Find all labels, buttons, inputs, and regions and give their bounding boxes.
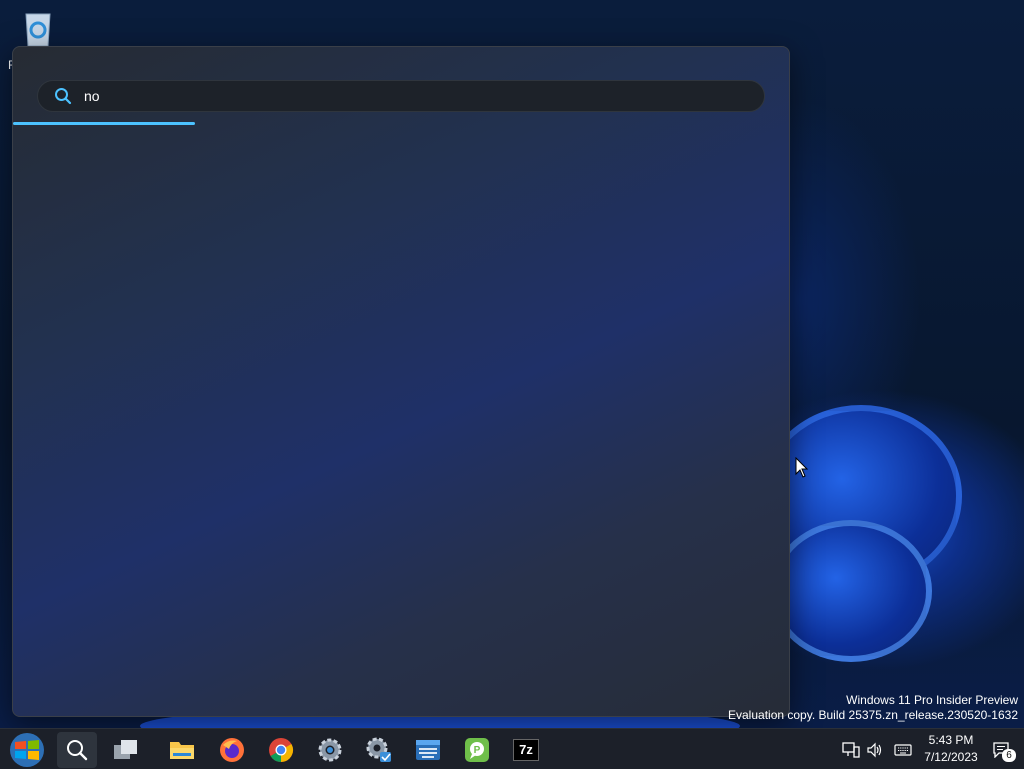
search-flyout <box>12 46 790 717</box>
taskbar: P 7z 5:43 PM 7/12/2023 <box>0 728 1024 769</box>
windows-logo-icon <box>10 733 44 767</box>
gear-check-icon <box>366 737 391 762</box>
wallpaper-bloom <box>770 520 932 662</box>
gear-icon <box>318 738 342 762</box>
settings-button[interactable] <box>310 732 350 768</box>
7zip-icon: 7z <box>513 739 539 761</box>
start-button[interactable] <box>7 732 47 768</box>
search-icon <box>67 740 88 761</box>
tray-date: 7/12/2023 <box>924 750 978 764</box>
volume-tray-button[interactable] <box>864 732 886 768</box>
svg-text:P: P <box>474 745 481 756</box>
chat-icon: P <box>465 738 489 762</box>
speaker-icon <box>867 742 882 758</box>
network-tray-button[interactable] <box>840 732 862 768</box>
firefox-button[interactable] <box>212 732 252 768</box>
search-progress-bar <box>13 122 789 125</box>
chrome-icon <box>269 738 294 762</box>
7zip-button[interactable]: 7z <box>506 732 546 768</box>
network-icon <box>842 742 860 758</box>
notification-count-badge: 6 <box>1002 749 1016 762</box>
recycle-bin-icon[interactable] <box>18 8 58 48</box>
keyboard-icon <box>894 744 912 756</box>
chat-app-button[interactable]: P <box>457 732 497 768</box>
watermark-line-1: Windows 11 Pro Insider Preview <box>846 693 1018 707</box>
tray-time: 5:43 PM <box>928 733 974 747</box>
file-explorer-button[interactable] <box>162 732 202 768</box>
settings-check-button[interactable] <box>359 732 399 768</box>
task-view-icon <box>114 740 137 759</box>
keyboard-app-icon <box>416 740 440 760</box>
keyboard-app-button[interactable] <box>408 732 448 768</box>
evaluation-watermark: Windows 11 Pro Insider Preview Evaluatio… <box>728 693 1018 723</box>
search-input[interactable] <box>82 87 726 105</box>
search-icon <box>55 88 72 105</box>
tray-clock[interactable]: 5:43 PM 7/12/2023 <box>920 732 982 766</box>
keyboard-tray-button[interactable] <box>892 732 914 768</box>
folder-icon <box>170 742 194 759</box>
watermark-line-2: Evaluation copy. Build 25375.zn_release.… <box>728 708 1018 722</box>
mouse-cursor-icon <box>795 457 809 478</box>
search-progress-fill <box>13 122 196 125</box>
task-view-button[interactable] <box>106 732 146 768</box>
7zip-icon-label: 7z <box>519 742 533 757</box>
chrome-button[interactable] <box>261 732 301 768</box>
taskbar-search-button[interactable] <box>57 732 97 768</box>
firefox-icon <box>220 738 244 762</box>
search-box[interactable] <box>37 80 765 112</box>
